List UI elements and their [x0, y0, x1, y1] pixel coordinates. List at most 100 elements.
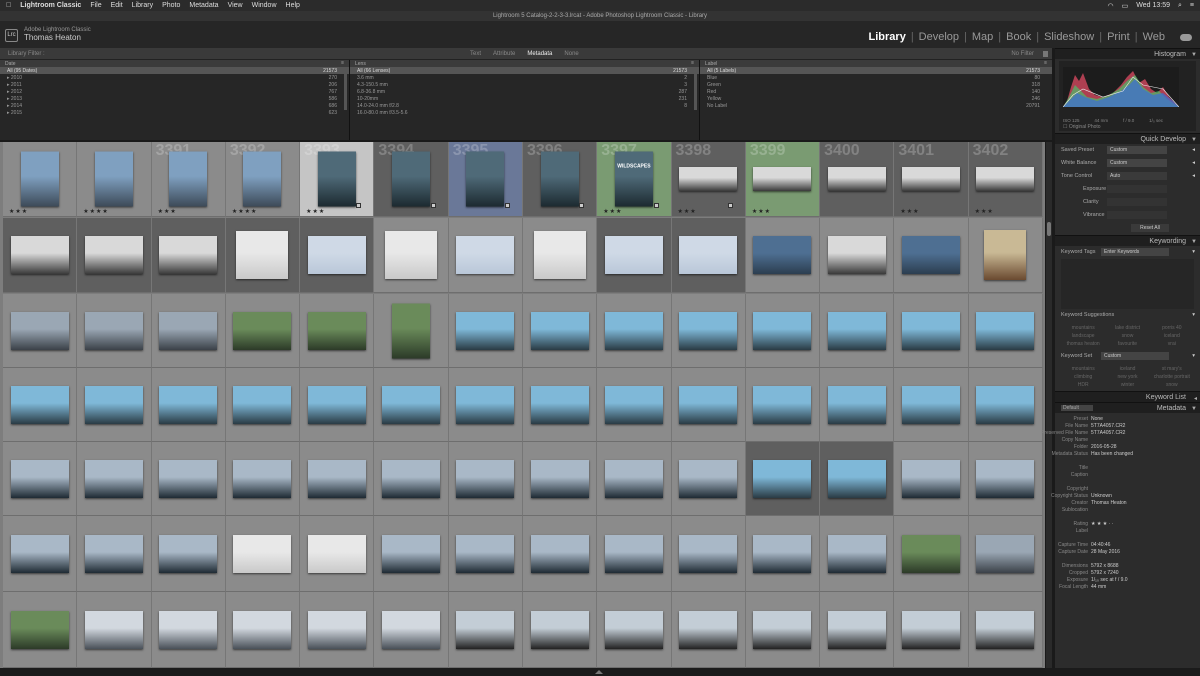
thumbnail-cell[interactable] — [225, 442, 301, 516]
menu-icon[interactable]: ≡ — [1190, 2, 1194, 10]
photo-thumbnail[interactable] — [84, 236, 143, 274]
keyword-chip[interactable]: snow — [1150, 381, 1194, 389]
keyword-chip[interactable]: lake district — [1105, 324, 1149, 332]
photo-thumbnail[interactable] — [382, 385, 441, 424]
filter-tab-metadata[interactable]: Metadata — [527, 51, 552, 57]
photo-thumbnail[interactable] — [679, 385, 738, 424]
thumbnail-cell[interactable]: 3395 — [448, 142, 523, 217]
photo-thumbnail[interactable] — [530, 610, 589, 649]
thumbnail-cell[interactable]: 3393 ★★★ — [300, 142, 375, 217]
thumbnail-cell[interactable]: 3401 ★★★ — [894, 142, 969, 217]
photo-thumbnail[interactable] — [976, 459, 1035, 498]
photo-thumbnail[interactable] — [159, 534, 218, 573]
photo-thumbnail[interactable] — [84, 459, 143, 498]
apple-icon[interactable]:  — [6, 2, 11, 9]
thumbnail-cell[interactable] — [522, 368, 598, 442]
lock-icon[interactable] — [1043, 51, 1048, 57]
list-item[interactable]: Green 318 — [700, 81, 1052, 88]
photo-thumbnail[interactable]: WILDSCAPES — [614, 151, 653, 207]
photo-thumbnail[interactable] — [753, 311, 812, 350]
column-menu-icon[interactable]: ≡ — [691, 60, 694, 66]
thumbnail-cell[interactable] — [374, 442, 449, 516]
module-web[interactable]: Web — [1138, 31, 1170, 43]
photo-thumbnail[interactable] — [307, 459, 366, 498]
photo-thumbnail[interactable] — [307, 534, 366, 573]
photo-thumbnail[interactable] — [456, 459, 515, 498]
collapse-icon[interactable]: ◂ — [1194, 395, 1197, 402]
keyword-chip[interactable]: landscape — [1061, 332, 1105, 340]
metadata-header[interactable]: Default Metadata ▼ — [1055, 402, 1200, 413]
photo-thumbnail[interactable] — [169, 151, 208, 207]
photo-thumbnail[interactable] — [679, 236, 738, 274]
wifi-icon[interactable]: ◠ — [1108, 2, 1114, 10]
collapse-icon[interactable]: ▼ — [1191, 137, 1197, 143]
photo-thumbnail[interactable] — [902, 385, 961, 424]
thumbnail-cell[interactable] — [300, 218, 375, 293]
keyword-chip[interactable]: thomas heaton — [1061, 340, 1105, 348]
photo-thumbnail[interactable] — [317, 151, 356, 207]
collapse-icon[interactable]: ▼ — [1191, 406, 1197, 412]
thumbnail-cell[interactable]: ★★★ — [3, 142, 78, 217]
list-item[interactable]: Red 140 — [700, 88, 1052, 95]
list-item[interactable]: ▸ 2010 270 — [0, 74, 349, 81]
photo-thumbnail[interactable] — [530, 311, 589, 350]
photo-thumbnail[interactable] — [984, 230, 1027, 280]
vibrance-buttons[interactable] — [1107, 211, 1167, 219]
thumbnail-cell[interactable] — [671, 516, 746, 592]
keywording-header[interactable]: Keywording ▼ — [1055, 235, 1200, 246]
keyword-set-dropdown[interactable]: Custom — [1101, 352, 1169, 360]
collapse-icon[interactable]: ▼ — [1191, 52, 1197, 58]
list-item[interactable]: All (5 Labels) 21573 — [700, 67, 1052, 74]
photo-thumbnail[interactable] — [827, 385, 886, 424]
column-header[interactable]: Date ≡ — [0, 60, 349, 67]
saved-preset-dropdown[interactable]: Custom — [1107, 146, 1167, 154]
thumbnail-cell[interactable] — [300, 442, 375, 516]
column-menu-icon[interactable]: ≡ — [341, 60, 344, 66]
thumbnail-cell[interactable] — [968, 368, 1043, 442]
thumbnail-cell[interactable] — [448, 442, 523, 516]
column-header[interactable]: Lens ≡ — [350, 60, 699, 67]
keyword-chip[interactable]: charlotte portrait — [1150, 373, 1194, 381]
photo-thumbnail[interactable] — [753, 534, 812, 573]
thumbnail-cell[interactable] — [225, 218, 301, 293]
module-library[interactable]: Library — [864, 31, 911, 43]
thumbnail-cell[interactable] — [448, 294, 523, 368]
star-rating[interactable]: ★★★★ — [83, 208, 109, 215]
thumbnail-cell[interactable] — [745, 442, 821, 516]
photo-thumbnail[interactable] — [233, 385, 292, 424]
edit-badge-icon[interactable] — [653, 203, 659, 208]
histogram-header[interactable]: Histogram ▼ — [1055, 48, 1200, 59]
thumbnail-cell[interactable] — [522, 516, 598, 592]
thumbnail-cell[interactable] — [3, 442, 78, 516]
photo-thumbnail[interactable] — [456, 236, 515, 274]
list-item[interactable]: Blue 80 — [700, 74, 1052, 81]
thumbnail-cell[interactable] — [597, 294, 672, 368]
menu-file[interactable]: File — [90, 2, 101, 9]
photo-thumbnail[interactable] — [10, 534, 69, 573]
photo-thumbnail[interactable] — [307, 610, 366, 649]
photo-thumbnail[interactable] — [976, 167, 1035, 191]
battery-icon[interactable]: ▭ — [1122, 2, 1129, 10]
metadata-value[interactable]: 28 May 2016 — [1091, 549, 1120, 555]
photo-thumbnail[interactable] — [827, 311, 886, 350]
thumbnail-cell[interactable] — [745, 592, 821, 668]
list-item[interactable]: ▸ 2013 586 — [0, 95, 349, 102]
quick-develop-header[interactable]: Quick Develop ▼ — [1055, 133, 1200, 144]
photo-thumbnail[interactable] — [976, 610, 1035, 649]
star-rating[interactable]: ★★★ — [9, 208, 28, 215]
thumbnail-cell[interactable] — [894, 442, 969, 516]
thumbnail-cell[interactable] — [820, 592, 895, 668]
photo-thumbnail[interactable] — [753, 459, 812, 498]
photo-thumbnail[interactable] — [243, 151, 282, 207]
thumbnail-cell[interactable] — [820, 294, 895, 368]
photo-thumbnail[interactable] — [753, 385, 812, 424]
filter-tab-text[interactable]: Text — [470, 51, 481, 57]
photo-thumbnail[interactable] — [902, 459, 961, 498]
thumbnail-cell[interactable] — [820, 516, 895, 592]
photo-thumbnail[interactable] — [902, 167, 961, 191]
photo-thumbnail[interactable] — [233, 610, 292, 649]
thumbnail-cell[interactable] — [448, 218, 523, 293]
metadata-value[interactable]: None — [1091, 416, 1103, 422]
thumbnail-cell[interactable] — [374, 294, 449, 368]
list-item[interactable]: 14.0-24.0 mm f/2.8 8 — [350, 102, 699, 109]
